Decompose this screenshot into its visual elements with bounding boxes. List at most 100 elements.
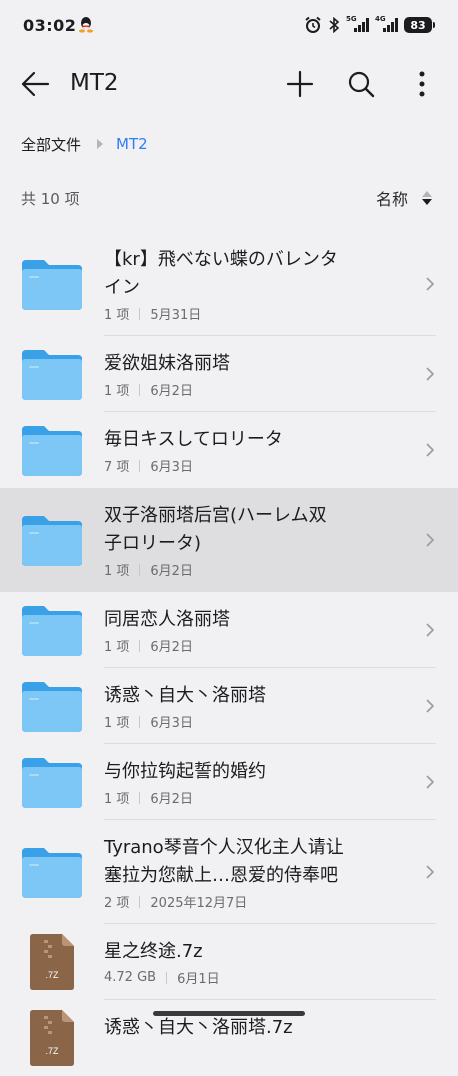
folder-row[interactable]: Tyrano琴音个人汉化主人请让 塞拉为您献上…恩爱的侍奉吧 2 项 2025年… bbox=[0, 820, 458, 924]
item-name: 毎日キスしてロリータ bbox=[104, 426, 394, 454]
alarm-icon bbox=[305, 16, 321, 33]
item-date: 6月2日 bbox=[150, 564, 193, 579]
folder-row[interactable]: 同居恋人洛丽塔 1 项 6月2日 bbox=[0, 592, 458, 668]
folder-row[interactable]: 与你拉钩起誓的婚约 1 项 6月2日 bbox=[0, 744, 458, 820]
item-name: 诱惑丶自大丶洛丽塔 bbox=[104, 682, 394, 710]
folder-icon bbox=[22, 848, 82, 898]
item-name-line1: 双子洛丽塔后宫(ハーレム双 bbox=[104, 505, 327, 526]
item-name: 爱欲姐妹洛丽塔 bbox=[104, 350, 394, 378]
item-meta: 1 项 6月2日 bbox=[104, 380, 193, 399]
folder-icon bbox=[22, 682, 82, 732]
item-date: 6月2日 bbox=[150, 384, 193, 399]
chevron-right-icon bbox=[426, 533, 434, 547]
breadcrumb-separator-icon bbox=[97, 139, 104, 149]
status-time: 03:02 bbox=[23, 16, 77, 35]
item-count-or-size: 1 项 bbox=[104, 384, 130, 399]
item-date: 5月31日 bbox=[150, 308, 202, 323]
archive-ext: .7Z bbox=[45, 970, 59, 980]
item-meta: 1 项 6月2日 bbox=[104, 560, 193, 579]
item-name-line1: 同居恋人洛丽塔 bbox=[104, 609, 230, 630]
search-icon bbox=[348, 71, 375, 98]
folder-row[interactable]: 爱欲姐妹洛丽塔 1 项 6月2日 bbox=[0, 336, 458, 412]
chevron-right-icon bbox=[426, 623, 434, 637]
item-name: 【kr】飛べない蝶のバレンタ イン bbox=[104, 246, 394, 302]
folder-icon bbox=[22, 758, 82, 808]
item-count-or-size: 2 项 bbox=[104, 896, 130, 911]
more-button[interactable] bbox=[406, 68, 438, 100]
chevron-right-icon bbox=[426, 865, 434, 879]
chevron-right-icon bbox=[426, 443, 434, 457]
breadcrumb: 全部文件 MT2 bbox=[21, 133, 148, 155]
item-name-line2: イン bbox=[104, 277, 140, 298]
file-row[interactable]: .7Z 星之终途.7z 4.72 GB 6月1日 bbox=[0, 924, 458, 1000]
item-name-line1: 与你拉钩起誓的婚约 bbox=[104, 761, 266, 782]
item-name: 星之终途.7z bbox=[104, 938, 394, 966]
page-title: MT2 bbox=[70, 70, 119, 96]
chevron-right-icon bbox=[426, 277, 434, 291]
item-count-or-size: 7 项 bbox=[104, 460, 130, 475]
archive-ext: .7Z bbox=[45, 1046, 59, 1056]
folder-row[interactable]: 诱惑丶自大丶洛丽塔 1 项 6月3日 bbox=[0, 668, 458, 744]
search-button[interactable] bbox=[345, 68, 377, 100]
home-indicator[interactable] bbox=[153, 1011, 305, 1016]
sort-label: 名称 bbox=[375, 190, 408, 209]
item-name-line2: 子ロリータ) bbox=[104, 533, 202, 554]
add-button[interactable] bbox=[284, 68, 316, 100]
folder-icon bbox=[22, 260, 82, 310]
item-name: 与你拉钩起誓的婚约 bbox=[104, 758, 394, 786]
item-meta: 1 项 6月3日 bbox=[104, 712, 193, 731]
chevron-right-icon bbox=[426, 367, 434, 381]
chevron-right-icon bbox=[426, 699, 434, 713]
archive-icon: .7Z bbox=[30, 1010, 74, 1066]
item-name-line1: Tyrano琴音个人汉化主人请让 bbox=[104, 837, 344, 858]
archive-icon: .7Z bbox=[30, 934, 74, 990]
sort-order-icon bbox=[422, 191, 432, 205]
item-name-line1: 【kr】飛べない蝶のバレンタ bbox=[104, 249, 338, 270]
app-bar: MT2 bbox=[0, 56, 458, 112]
item-count-or-size: 1 项 bbox=[104, 308, 130, 323]
breadcrumb-current[interactable]: MT2 bbox=[116, 135, 148, 153]
item-count-or-size: 1 项 bbox=[104, 564, 130, 579]
item-name-line2: 塞拉为您献上…恩爱的侍奉吧 bbox=[104, 865, 338, 886]
item-date: 6月2日 bbox=[150, 640, 193, 655]
item-name-line1: 爱欲姐妹洛丽塔 bbox=[104, 353, 230, 374]
item-date: 6月3日 bbox=[150, 716, 193, 731]
item-name-line1: 诱惑丶自大丶洛丽塔 bbox=[104, 685, 266, 706]
item-name-line1: 诱惑丶自大丶洛丽塔.7z bbox=[104, 1017, 293, 1038]
signal-4g-icon: 4G bbox=[375, 15, 398, 32]
signal-5g-icon: 5G bbox=[346, 15, 369, 32]
status-bar: 03:02 5G 4G 83 bbox=[0, 0, 458, 52]
item-count-or-size: 4.72 GB bbox=[104, 970, 157, 985]
breadcrumb-root[interactable]: 全部文件 bbox=[21, 134, 81, 155]
battery-icon: 83 bbox=[404, 17, 435, 33]
folder-icon bbox=[22, 606, 82, 656]
item-meta: 1 项 6月2日 bbox=[104, 788, 193, 807]
item-meta: 1 项 5月31日 bbox=[104, 304, 201, 323]
back-arrow-icon[interactable] bbox=[20, 70, 50, 98]
folder-icon bbox=[22, 516, 82, 566]
folder-row[interactable]: 【kr】飛べない蝶のバレンタ イン 1 项 5月31日 bbox=[0, 232, 458, 336]
folder-row[interactable]: 毎日キスしてロリータ 7 项 6月3日 bbox=[0, 412, 458, 488]
item-date: 6月2日 bbox=[150, 792, 193, 807]
folder-icon bbox=[22, 426, 82, 476]
bluetooth-icon bbox=[329, 17, 340, 33]
folder-row[interactable]: 双子洛丽塔后宫(ハーレム双 子ロリータ) 1 项 6月2日 bbox=[0, 488, 458, 592]
battery-level: 83 bbox=[410, 18, 426, 32]
item-date: 6月3日 bbox=[150, 460, 193, 475]
item-date: 2025年12月7日 bbox=[150, 896, 248, 911]
item-count: 共 10 项 bbox=[21, 190, 80, 208]
qq-icon bbox=[79, 17, 93, 33]
plus-icon bbox=[286, 70, 314, 98]
item-name: 双子洛丽塔后宫(ハーレム双 子ロリータ) bbox=[104, 502, 394, 558]
item-name-line1: 星之终途.7z bbox=[104, 941, 203, 962]
item-meta: 1 项 6月2日 bbox=[104, 636, 193, 655]
item-name-line1: 毎日キスしてロリータ bbox=[104, 429, 283, 450]
item-count-or-size: 1 项 bbox=[104, 792, 130, 807]
sort-button[interactable]: 名称 bbox=[376, 186, 432, 210]
item-name: 诱惑丶自大丶洛丽塔.7z bbox=[104, 1014, 394, 1042]
item-meta: 7 项 6月3日 bbox=[104, 456, 193, 475]
folder-icon bbox=[22, 350, 82, 400]
item-count-or-size: 1 项 bbox=[104, 716, 130, 731]
item-name: 同居恋人洛丽塔 bbox=[104, 606, 394, 634]
item-date: 6月1日 bbox=[177, 972, 220, 987]
